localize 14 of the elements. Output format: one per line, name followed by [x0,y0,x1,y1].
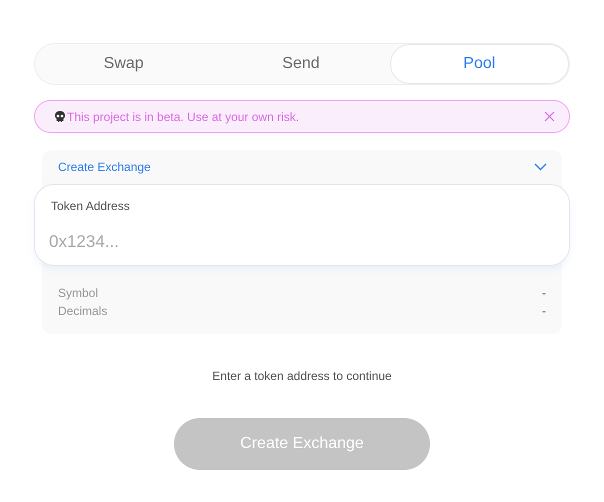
info-label: Symbol [58,285,98,302]
info-label: Decimals [58,303,108,320]
field-label: Token Address [50,198,131,215]
warning-text: This project is in beta. Use at your own risk. [67,108,300,126]
info-value: - [542,285,546,302]
info-value: - [542,303,546,320]
close-button[interactable] [544,111,555,122]
tab[interactable]: Swap [35,44,212,84]
hint-text: Enter a token address to continue [211,368,393,385]
skull-icon [53,110,67,124]
tab[interactable]: Pool [390,44,569,84]
token-address-field[interactable]: Token Address 0x1234... [34,184,570,266]
tab[interactable]: Send [212,44,390,84]
create-exchange-header[interactable]: Create Exchange [42,150,562,184]
